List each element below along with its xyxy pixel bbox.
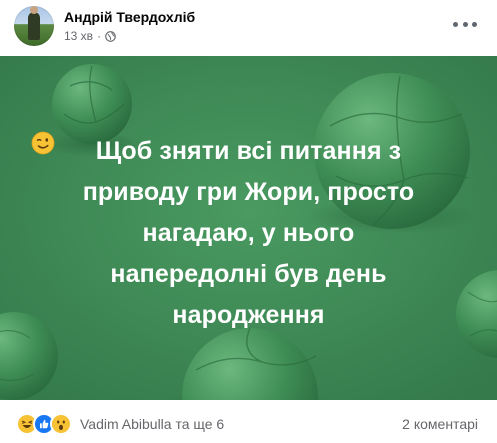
more-options-icon[interactable] xyxy=(453,16,477,32)
more-dot xyxy=(453,21,458,27)
text-line: народження xyxy=(172,301,325,329)
post-image-text: Щоб зняти всі питання з приводу гри Жори… xyxy=(30,131,467,336)
meta-separator: · xyxy=(97,29,102,43)
text-line: Щоб зняти всі питання з xyxy=(95,137,402,165)
post-footer: Vadim Abibulla та ще 6 2 коментарі xyxy=(0,400,497,443)
avatar-figure xyxy=(28,6,40,40)
text-line-with-emoji: народження xyxy=(30,131,467,336)
reactors-link[interactable]: Vadim Abibulla та ще 6 xyxy=(80,416,224,432)
post-meta: 13 хв · xyxy=(64,29,116,43)
text-line: приводу гри Жори, просто xyxy=(82,178,415,206)
reaction-icons[interactable] xyxy=(16,413,72,435)
author-name[interactable]: Андрій Твердохліб xyxy=(64,9,195,25)
more-dot xyxy=(462,21,468,27)
post-image[interactable]: Щоб зняти всі питання з приводу гри Жори… xyxy=(0,56,497,400)
author-avatar[interactable] xyxy=(14,6,54,46)
post-header: Андрій Твердохліб 13 хв · xyxy=(0,0,497,56)
wow-reaction-icon xyxy=(50,413,72,435)
post-time[interactable]: 13 хв xyxy=(64,29,93,43)
globe-icon[interactable] xyxy=(105,30,116,42)
text-line: напередолні був день xyxy=(110,260,387,288)
text-line: нагадаю, у нього xyxy=(142,219,355,247)
more-dot xyxy=(472,21,477,27)
facebook-post: Андрій Твердохліб 13 хв · Щоб зняти всі … xyxy=(0,0,497,443)
comments-count-link[interactable]: 2 коментарі xyxy=(402,416,478,432)
winking-face-icon xyxy=(31,131,55,155)
